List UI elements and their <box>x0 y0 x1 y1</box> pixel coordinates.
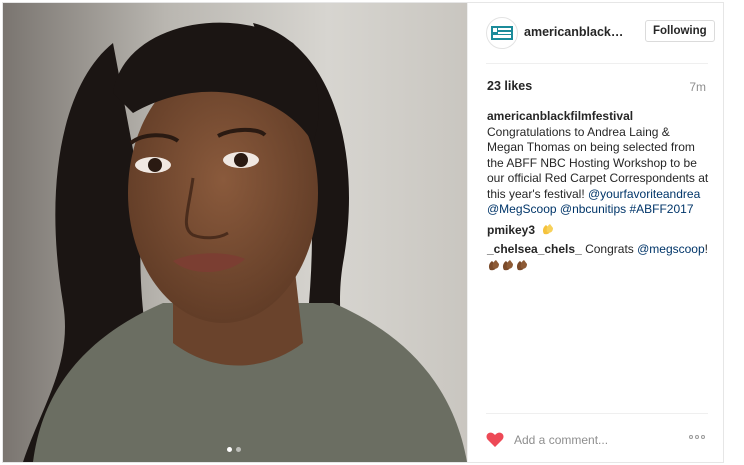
divider <box>486 63 708 64</box>
dot <box>689 435 693 439</box>
following-button[interactable]: Following <box>645 20 715 42</box>
more-options-icon[interactable] <box>689 435 705 439</box>
dot <box>701 435 705 439</box>
carousel-dot[interactable] <box>236 447 241 452</box>
comment-text: Congrats <box>581 242 638 256</box>
abff-logo-icon <box>491 26 513 40</box>
comment-bar: Add a comment... <box>468 413 724 461</box>
mention-link[interactable]: @nbcunitips <box>560 202 626 216</box>
likes-count[interactable]: 23 likes <box>487 79 532 93</box>
portrait-image <box>3 3 467 462</box>
comments-list: americanblackfilmfestival Congratulation… <box>487 109 709 278</box>
post-sidebar: americanblackfilm... Following 23 likes … <box>467 3 724 462</box>
mention-link[interactable]: @megscoop <box>637 242 705 256</box>
dot <box>695 435 699 439</box>
post-header: americanblackfilm... Following <box>468 3 724 63</box>
comment-item: _chelsea_chels_ Congrats @megscoop! <box>487 242 709 274</box>
comment-username[interactable]: pmikey3 <box>487 223 535 237</box>
post-timestamp[interactable]: 7m <box>689 80 706 94</box>
clapping-hands-icon <box>488 259 527 270</box>
mention-link[interactable]: @MegScoop <box>487 202 557 216</box>
mention-link[interactable]: @yourfavoriteandrea <box>588 187 700 201</box>
caption-username[interactable]: americanblackfilmfestival <box>487 109 633 123</box>
comment-item: pmikey3 <box>487 222 709 239</box>
post-photo[interactable] <box>3 3 467 462</box>
heart-icon[interactable] <box>486 432 504 448</box>
carousel-indicator <box>227 447 241 452</box>
comment-username[interactable]: _chelsea_chels_ <box>487 242 582 256</box>
hashtag-link[interactable]: #ABFF2017 <box>629 202 693 216</box>
avatar[interactable] <box>486 17 518 49</box>
caption: americanblackfilmfestival Congratulation… <box>487 109 709 218</box>
clapping-hands-icon <box>543 223 554 234</box>
add-comment-input[interactable]: Add a comment... <box>514 433 608 447</box>
post-username[interactable]: americanblackfilm... <box>524 25 624 39</box>
instagram-post-modal: americanblackfilm... Following 23 likes … <box>2 2 724 463</box>
comment-text-tail: ! <box>704 242 708 256</box>
carousel-dot-active[interactable] <box>227 447 232 452</box>
